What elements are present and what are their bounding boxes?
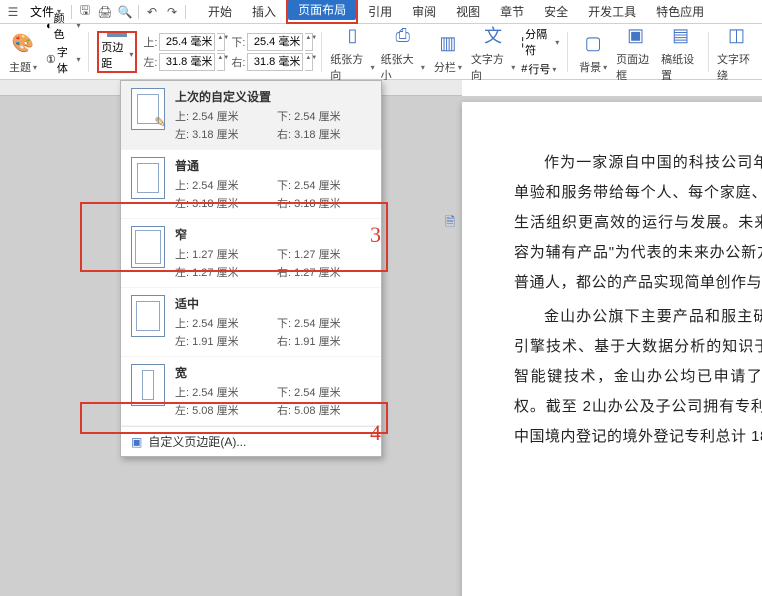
menu-icon[interactable]: ☰ xyxy=(4,3,22,21)
spinner-icon[interactable]: ▲▼ xyxy=(217,33,225,51)
margin-option-moderate[interactable]: 适中 上: 2.54 厘米 下: 2.54 厘米 左: 1.91 厘米 右: 1… xyxy=(121,288,381,357)
undo-icon[interactable]: ↶ xyxy=(143,3,161,21)
margin-thumb-icon xyxy=(131,364,165,406)
margin-thumb-icon xyxy=(131,295,165,337)
margin-thumb-icon xyxy=(131,88,165,130)
margin-bottom-input[interactable]: 25.4 毫米 xyxy=(247,33,303,51)
doc-paragraph: 金山办公旗下主要产品和服主研发而形成，针对核心技术，引擎技术、基于大数据分析的知… xyxy=(514,302,762,452)
doc-indicator-icon: 🗎 xyxy=(442,216,458,232)
orientation-button[interactable]: ▯纸张方向▾ xyxy=(330,20,374,83)
columns-icon: ▥ xyxy=(431,28,465,58)
preview-icon[interactable]: 🔍 xyxy=(116,3,134,21)
custom-margin-icon: ▣ xyxy=(131,435,142,449)
margin-val: 上: 2.54 厘米 xyxy=(175,315,269,331)
margin-option-title: 普通 xyxy=(175,157,371,174)
margin-val: 右: 1.91 厘米 xyxy=(277,333,371,349)
margin-val: 上: 2.54 厘米 xyxy=(175,384,269,400)
margin-option-title: 宽 xyxy=(175,364,371,381)
margin-right-input[interactable]: 31.8 毫米 xyxy=(247,53,303,71)
ribbon: 🎨 主题▾ ◐ 颜色▾ ① 字体▾ ◊ 效果▾ 页边距▾ 上:25.4 毫米▲▼… xyxy=(0,24,762,80)
textdir-icon: 文 xyxy=(476,20,510,50)
margin-group-highlight: 页边距▾ xyxy=(97,31,137,73)
margin-button[interactable]: 页边距▾ xyxy=(101,35,133,69)
margin-val: 左: 5.08 厘米 xyxy=(175,402,269,418)
margin-val: 左: 3.18 厘米 xyxy=(175,195,269,211)
theme-button[interactable]: 🎨 主题▾ xyxy=(6,28,40,75)
margin-option-wide[interactable]: 宽 上: 2.54 厘米 下: 2.54 厘米 左: 5.08 厘米 右: 5.… xyxy=(121,357,381,426)
margin-val: 下: 2.54 厘米 xyxy=(277,315,371,331)
margin-val: 下: 2.54 厘米 xyxy=(277,177,371,193)
margin-val: 右: 1.27 厘米 xyxy=(277,264,371,280)
spinner-icon[interactable]: ▲▼ xyxy=(305,53,313,71)
margin-val: 左: 1.91 厘米 xyxy=(175,333,269,349)
wrap-icon: ◫ xyxy=(720,20,754,50)
spinner-icon[interactable]: ▲▼ xyxy=(217,53,225,71)
margin-top-label: 上: xyxy=(143,34,157,50)
margin-top-input[interactable]: 25.4 毫米 xyxy=(159,33,215,51)
tab-page-layout[interactable]: 页面布局 xyxy=(288,0,356,20)
margin-dropdown: 上次的自定义设置 上: 2.54 厘米 下: 2.54 厘米 左: 3.18 厘… xyxy=(120,80,382,457)
annotation-number-4: 4 xyxy=(370,420,381,446)
margin-left-input[interactable]: 31.8 毫米 xyxy=(159,53,215,71)
margin-custom-button[interactable]: ▣ 自定义页边距(A)... xyxy=(121,426,381,456)
margin-val: 右: 5.08 厘米 xyxy=(277,402,371,418)
paper-button[interactable]: ▤稿纸设置 xyxy=(661,20,700,83)
margin-left-label: 左: xyxy=(143,54,157,70)
margin-option-title: 适中 xyxy=(175,295,371,312)
margin-option-last-custom[interactable]: 上次的自定义设置 上: 2.54 厘米 下: 2.54 厘米 左: 3.18 厘… xyxy=(121,81,381,150)
margin-val: 右: 3.18 厘米 xyxy=(277,195,371,211)
redo-icon[interactable]: ↷ xyxy=(163,3,181,21)
spinner-icon[interactable]: ▲▼ xyxy=(305,33,313,51)
background-icon: ▢ xyxy=(576,28,610,58)
linenum-button[interactable]: # 行号▾ xyxy=(521,61,559,77)
wrap-button[interactable]: ◫文字环绕 xyxy=(717,20,756,83)
border-icon: ▣ xyxy=(619,20,653,50)
margin-val: 上: 2.54 厘米 xyxy=(175,177,269,193)
tab-start[interactable]: 开始 xyxy=(198,0,242,23)
document-page[interactable]: 作为一家源自中国的科技公司年金山办公始终致力于把最简单验和服务带给每个人、每个家… xyxy=(462,102,762,596)
margin-val: 右: 3.18 厘米 xyxy=(277,126,371,142)
breaks-button[interactable]: ¦ 分隔符▾ xyxy=(521,26,559,58)
margin-val: 左: 3.18 厘米 xyxy=(175,126,269,142)
margin-val: 下: 2.54 厘米 xyxy=(277,108,371,124)
orientation-icon: ▯ xyxy=(335,20,369,50)
papersize-button[interactable]: ⎙纸张大小▾ xyxy=(381,20,425,83)
margin-bottom-label: 下: xyxy=(231,34,245,50)
paper-icon: ▤ xyxy=(664,20,698,50)
color-button[interactable]: ◐ 颜色▾ xyxy=(46,10,80,42)
page-margin-icon xyxy=(107,33,127,37)
margin-option-title: 上次的自定义设置 xyxy=(175,88,371,105)
margin-right-label: 右: xyxy=(231,54,245,70)
annotation-number-3: 3 xyxy=(370,222,381,248)
margin-val: 下: 2.54 厘米 xyxy=(277,384,371,400)
doc-paragraph: 作为一家源自中国的科技公司年金山办公始终致力于把最简单验和服务带给每个人、每个家… xyxy=(514,148,762,298)
margin-thumb-icon xyxy=(131,157,165,199)
margin-spinners-right: 下:25.4 毫米▲▼ 右:31.8 毫米▲▼ xyxy=(231,33,313,71)
font-button[interactable]: ① 字体▾ xyxy=(46,44,80,76)
tab-insert[interactable]: 插入 xyxy=(242,0,286,23)
print-icon[interactable]: 🖨 xyxy=(96,3,114,21)
margin-option-normal[interactable]: 普通 上: 2.54 厘米 下: 2.54 厘米 左: 3.18 厘米 右: 3… xyxy=(121,150,381,219)
tab-security[interactable]: 安全 xyxy=(534,0,578,23)
margin-spinners-left: 上:25.4 毫米▲▼ 左:31.8 毫米▲▼ xyxy=(143,33,225,71)
margin-val: 上: 1.27 厘米 xyxy=(175,246,269,262)
papersize-icon: ⎙ xyxy=(386,20,420,50)
pageborder-button[interactable]: ▣页面边框 xyxy=(616,20,655,83)
columns-button[interactable]: ▥分栏▾ xyxy=(431,28,465,75)
margin-val: 上: 2.54 厘米 xyxy=(175,108,269,124)
margin-thumb-icon xyxy=(131,226,165,268)
margin-option-narrow[interactable]: 窄 上: 1.27 厘米 下: 1.27 厘米 左: 1.27 厘米 右: 1.… xyxy=(121,219,381,288)
textdir-button[interactable]: 文文字方向▾ xyxy=(471,20,515,83)
theme-icon: 🎨 xyxy=(6,28,40,58)
margin-val: 左: 1.27 厘米 xyxy=(175,264,269,280)
background-button[interactable]: ▢背景▾ xyxy=(576,28,610,75)
margin-option-title: 窄 xyxy=(175,226,371,243)
margin-val: 下: 1.27 厘米 xyxy=(277,246,371,262)
